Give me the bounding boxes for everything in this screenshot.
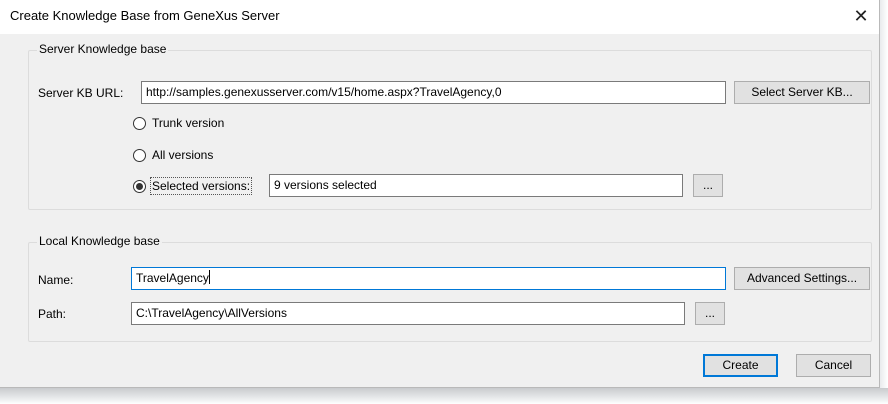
radio-selected-circle[interactable]	[133, 179, 146, 193]
select-server-kb-button[interactable]: Select Server KB...	[734, 81, 870, 104]
server-kb-legend: Server Knowledge base	[37, 42, 169, 56]
title-bar: Create Knowledge Base from GeneXus Serve…	[0, 0, 879, 34]
window-shadow-bottom	[0, 388, 888, 404]
radio-all-circle[interactable]	[133, 148, 146, 162]
local-kb-legend: Local Knowledge base	[37, 234, 162, 248]
versions-browse-button[interactable]: ...	[693, 174, 723, 197]
radio-all-label: All versions	[152, 148, 214, 162]
name-label: Name:	[38, 273, 74, 287]
radio-trunk-label: Trunk version	[152, 116, 225, 130]
create-kb-dialog: Create Knowledge Base from GeneXus Serve…	[0, 0, 880, 388]
radio-trunk-circle[interactable]	[133, 116, 146, 130]
text-caret	[208, 270, 210, 284]
kb-path-input[interactable]: C:\TravelAgency\AllVersions	[131, 302, 685, 325]
selected-versions-input[interactable]: 9 versions selected	[269, 174, 683, 197]
path-browse-button[interactable]: ...	[695, 302, 725, 325]
path-label: Path:	[38, 307, 67, 321]
close-icon[interactable]: ✕	[843, 0, 879, 34]
advanced-settings-button[interactable]: Advanced Settings...	[734, 267, 870, 290]
create-button[interactable]: Create	[703, 354, 778, 377]
radio-trunk-version[interactable]: Trunk version	[133, 114, 224, 132]
radio-selected-versions[interactable]: Selected versions:	[133, 177, 253, 195]
kb-name-input[interactable]: TravelAgency	[131, 267, 726, 290]
local-kb-group: Local Knowledge base	[28, 234, 872, 342]
radio-all-versions[interactable]: All versions	[133, 146, 213, 164]
kb-name-value: TravelAgency	[136, 271, 209, 285]
server-kb-url-label: Server KB URL:	[38, 86, 124, 100]
radio-selected-label: Selected versions:	[149, 177, 253, 195]
server-kb-url-input[interactable]: http://samples.genexusserver.com/v15/hom…	[141, 81, 726, 104]
dialog-title: Create Knowledge Base from GeneXus Serve…	[10, 8, 280, 23]
cancel-button[interactable]: Cancel	[796, 354, 871, 377]
